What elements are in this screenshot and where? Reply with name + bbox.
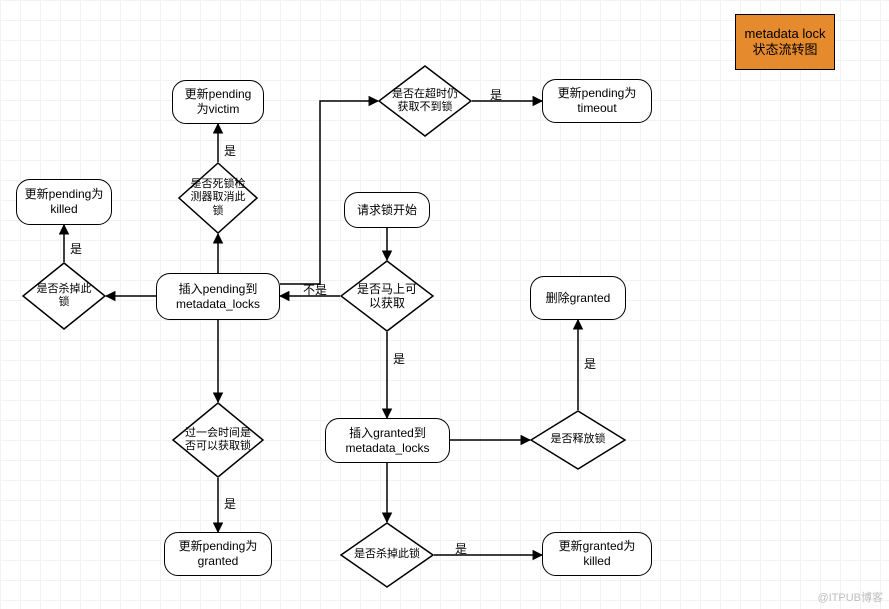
flowchart-canvas: metadata lock状态流转图 (0, 0, 889, 609)
node-update-timeout: 更新pending为timeout (542, 79, 652, 123)
node-wait-can-get: 过一会时间是否可以获取锁 (172, 402, 264, 478)
watermark-text: @ITPUB博客 (817, 589, 883, 605)
edge-label-yes: 是 (455, 540, 467, 557)
node-insert-pending: 插入pending到metadata_locks (156, 273, 280, 320)
node-label: 是否死锁检测器取消此锁 (178, 162, 258, 234)
node-timeout-check: 是否在超时仍获取不到锁 (378, 65, 472, 137)
edge-label-yes: 是 (224, 495, 236, 512)
node-label: 过一会时间是否可以获取锁 (172, 402, 264, 478)
node-delete-granted: 删除granted (530, 276, 626, 320)
node-insert-granted: 插入granted到metadata_locks (325, 418, 450, 463)
node-label: 是否杀掉此锁 (22, 262, 106, 330)
node-deadlock-cancel: 是否死锁检测器取消此锁 (178, 162, 258, 234)
node-update-granted: 更新pending为granted (164, 532, 272, 576)
node-label: 是否杀掉此锁 (340, 522, 434, 588)
node-update-killed: 更新pending为killed (16, 179, 112, 225)
node-update-granted-killed: 更新granted为killed (542, 532, 652, 576)
node-killed-check-1: 是否杀掉此锁 (22, 262, 106, 330)
edge-label-yes: 是 (490, 86, 502, 103)
edge-label-yes: 是 (224, 142, 236, 159)
node-label: 是否马上可以获取 (340, 260, 434, 332)
edge-label-no: 不是 (303, 281, 327, 298)
node-label: 是否在超时仍获取不到锁 (378, 65, 472, 137)
node-release-check: 是否释放锁 (530, 410, 626, 470)
edge-label-yes: 是 (393, 350, 405, 367)
node-update-victim: 更新pending为victim (172, 80, 264, 124)
edge-label-yes: 是 (70, 240, 82, 257)
node-killed-check-2: 是否杀掉此锁 (340, 522, 434, 588)
node-label: 是否释放锁 (530, 410, 626, 470)
node-can-get-now: 是否马上可以获取 (340, 260, 434, 332)
edge-label-yes: 是 (584, 355, 596, 372)
node-start: 请求锁开始 (344, 192, 430, 228)
